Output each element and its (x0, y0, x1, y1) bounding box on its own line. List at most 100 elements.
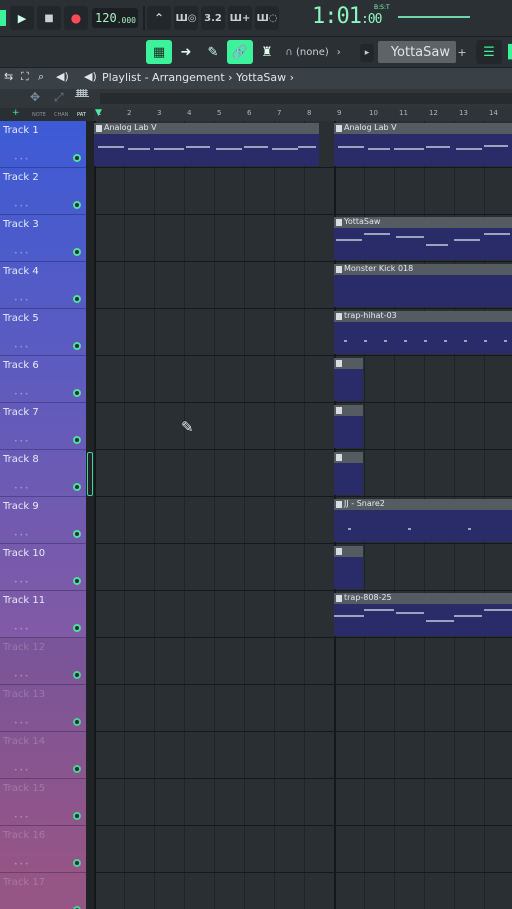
link-icon[interactable]: ⤢ (54, 90, 64, 105)
track-grip-icon[interactable]: • • • (14, 438, 28, 445)
track-grip-icon[interactable]: • • • (14, 673, 28, 680)
pencil-button[interactable]: ✎ (200, 40, 226, 64)
track-header[interactable]: Track 17• • • (0, 873, 86, 909)
track-grip-icon[interactable]: • • • (14, 485, 28, 492)
horizontal-scrollbar[interactable] (100, 93, 512, 104)
wait-for-input-button[interactable]: Ш◎ (174, 6, 198, 30)
track-header[interactable]: Track 1 • • • (0, 121, 86, 168)
time-format-label[interactable]: B:S:T (374, 4, 390, 11)
track-grip-icon[interactable]: • • • (14, 297, 28, 304)
track-mute-toggle[interactable] (73, 718, 81, 726)
track-mute-toggle[interactable] (73, 859, 81, 867)
filter-note[interactable]: NOTE (32, 112, 46, 118)
pattern-clip[interactable]: trap-hihat-03 (334, 311, 512, 354)
track-grip-icon[interactable]: • • • (14, 814, 28, 821)
track-mute-toggle[interactable] (73, 671, 81, 679)
track-header[interactable]: Track 5 • • • (0, 309, 86, 356)
track-grip-icon[interactable]: • • • (14, 532, 28, 539)
metronome-button[interactable]: ⌃ (147, 6, 171, 30)
pattern-prev-button[interactable]: ▸ (360, 44, 374, 62)
track-mute-toggle[interactable] (73, 154, 81, 162)
pattern-clip[interactable]: JJ - Snare2 (334, 499, 512, 542)
add-pattern-button[interactable]: + (456, 40, 468, 64)
zoom-icon[interactable]: ⌕ (38, 70, 44, 84)
track-grip-icon[interactable]: • • • (14, 767, 28, 774)
track-header[interactable]: Track 7 • • • (0, 403, 86, 450)
stop-button[interactable]: ■ (37, 6, 61, 30)
track-header[interactable]: Track 12 • • • (0, 638, 86, 685)
pattern-clip[interactable] (334, 405, 363, 448)
mixer-button[interactable]: ☰ (476, 40, 502, 64)
track-mute-toggle[interactable] (73, 765, 81, 773)
track-grip-icon[interactable]: • • • (14, 156, 28, 163)
track-grip-icon[interactable]: • • • (14, 250, 28, 257)
pattern-clip[interactable]: trap-808-25 (334, 593, 512, 636)
arrow-button[interactable]: ➜ (173, 40, 199, 64)
speaker-icon[interactable]: ◀) (56, 70, 69, 83)
pattern-clip[interactable]: YottaSaw (334, 217, 512, 260)
stamp-button[interactable]: ♜ (254, 40, 280, 64)
track-header[interactable]: Track 6 • • • (0, 356, 86, 403)
play-button[interactable]: ▶ (10, 6, 34, 30)
vertical-scroll-thumb[interactable] (87, 452, 93, 496)
track-mute-toggle[interactable] (73, 295, 81, 303)
snap-arrows-icon[interactable]: ⇆ (4, 70, 13, 83)
fullscreen-icon[interactable]: ⛶ (21, 70, 29, 84)
track-mute-toggle[interactable] (73, 248, 81, 256)
track-header[interactable]: Track 8 • • • (0, 450, 86, 497)
add-track-icon[interactable]: + (12, 108, 20, 118)
track-header[interactable]: Track 15 • • • (0, 779, 86, 826)
clip-note (364, 340, 367, 342)
filter-chan[interactable]: CHAN (54, 112, 68, 118)
magnet-button[interactable]: ∩ (282, 40, 296, 64)
track-header[interactable]: Track 3 • • • (0, 215, 86, 262)
track-mute-toggle[interactable] (73, 577, 81, 585)
ruler-bar-number: 1 (97, 109, 102, 117)
filter-pat[interactable]: PAT (77, 112, 86, 118)
track-grip-icon[interactable]: • • • (14, 579, 28, 586)
track-mute-toggle[interactable] (73, 624, 81, 632)
track-mute-toggle[interactable] (73, 201, 81, 209)
track-grip-icon[interactable]: • • • (14, 861, 28, 868)
record-button[interactable]: ● (64, 6, 88, 30)
pattern-clip[interactable]: Analog Lab V (94, 123, 319, 166)
track-grip-icon[interactable]: • • • (14, 720, 28, 727)
playlist-grid[interactable]: Analog Lab V Analog Lab V YottaSaw Monster … (94, 121, 512, 909)
more-button[interactable]: ▐ (503, 40, 512, 64)
track-header[interactable]: Track 9 • • • (0, 497, 86, 544)
track-mute-toggle[interactable] (73, 812, 81, 820)
pattern-clip[interactable] (334, 358, 363, 401)
track-header[interactable]: Track 11 • • • (0, 591, 86, 638)
track-mute-toggle[interactable] (73, 436, 81, 444)
track-header[interactable]: Track 13 • • • (0, 685, 86, 732)
track-header[interactable]: Track 2 • • • (0, 168, 86, 215)
track-mute-toggle[interactable] (73, 389, 81, 397)
snap-selector[interactable]: (none) › (296, 44, 354, 60)
move-icon[interactable]: ✥ (30, 90, 40, 104)
track-grip-icon[interactable]: • • • (14, 203, 28, 210)
track-header[interactable]: Track 4 • • • (0, 262, 86, 309)
pattern-clip[interactable]: Analog Lab V (334, 123, 512, 166)
pattern-clip[interactable] (334, 452, 363, 495)
piano-roll-icon[interactable]: ᚙ (75, 89, 89, 103)
channel-selector[interactable]: YottaSaw (378, 41, 456, 63)
track-mute-toggle[interactable] (73, 342, 81, 350)
track-header[interactable]: Track 16 • • • (0, 826, 86, 873)
link-button[interactable]: 🔗 (227, 40, 253, 64)
pattern-mode-indicator[interactable] (0, 10, 6, 26)
track-mute-toggle[interactable] (73, 483, 81, 491)
track-mute-toggle[interactable] (73, 530, 81, 538)
pattern-clip[interactable] (334, 546, 363, 589)
track-grip-icon[interactable]: • • • (14, 391, 28, 398)
pattern-clip[interactable]: Monster Kick 018 (334, 264, 512, 307)
timeline-ruler[interactable]: ▼ 1 2 3 4 5 6 7 8 9 10 11 12 13 14 (94, 108, 512, 121)
track-header[interactable]: Track 14 • • • (0, 732, 86, 779)
blend-notes-button[interactable]: Ш+ (228, 6, 252, 30)
loop-record-button[interactable]: Ш◌ (255, 6, 279, 30)
track-grip-icon[interactable]: • • • (14, 626, 28, 633)
playlist-button[interactable]: ▦ (146, 40, 172, 64)
track-grip-icon[interactable]: • • • (14, 344, 28, 351)
tempo-display[interactable]: 120.000 (92, 8, 138, 28)
countdown-button[interactable]: 3.2 (201, 6, 225, 30)
track-header[interactable]: Track 10 • • • (0, 544, 86, 591)
